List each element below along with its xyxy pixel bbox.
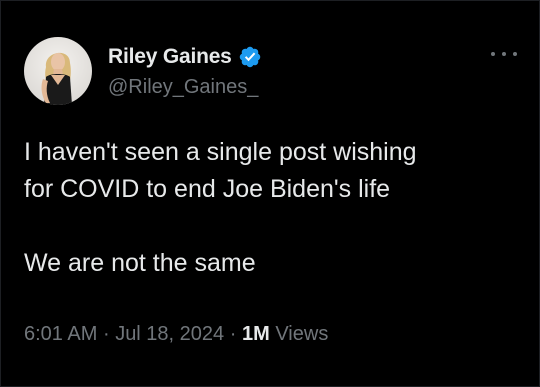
views-label: Views [275,323,329,345]
tweet-text-line: for COVID to end Joe Biden's life [24,175,391,203]
more-horizontal-icon[interactable] [491,47,517,61]
tweet-meta: 6:01 AM · Jul 18, 2024 · 1M Views [24,323,328,346]
views-count[interactable]: 1M [242,323,270,345]
name-row: Riley Gaines [108,42,262,72]
tweet-text-line: I haven't seen a single post wishing [24,138,417,166]
tweet-date[interactable]: Jul 18, 2024 [115,323,224,345]
meta-separator: · [229,323,237,345]
tweet-text: I haven't seen a single post wishing for… [24,134,524,282]
author-handle[interactable]: @Riley_Gaines_ [108,76,262,99]
verified-badge-icon[interactable] [238,45,262,69]
meta-separator: · [102,323,110,345]
avatar[interactable] [24,37,92,105]
tweet-text-line: We are not the same [24,249,256,277]
author-names: Riley Gaines @Riley_Gaines_ [108,42,262,99]
tweet-header: Riley Gaines @Riley_Gaines_ [24,37,262,105]
tweet-time[interactable]: 6:01 AM [24,323,97,345]
author-display-name[interactable]: Riley Gaines [108,45,232,69]
tweet-card: Riley Gaines @Riley_Gaines_ I haven't se… [0,0,540,387]
